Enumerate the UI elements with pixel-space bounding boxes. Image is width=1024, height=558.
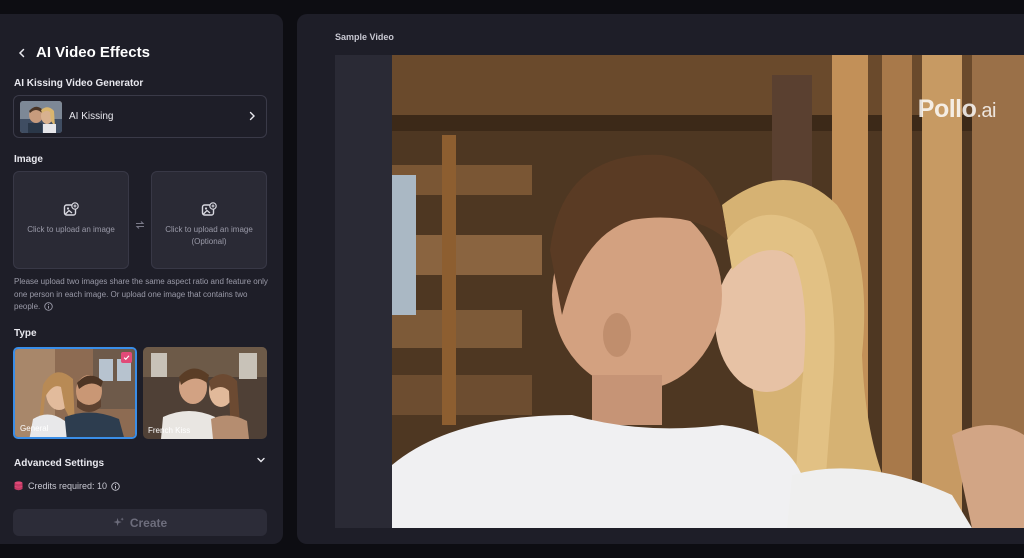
coin-stack-icon xyxy=(14,481,23,491)
video-frame: Pollo.ai xyxy=(335,55,1024,528)
sample-video[interactable]: Pollo.ai xyxy=(392,55,1024,528)
chevron-right-icon xyxy=(249,111,255,121)
swap-icon xyxy=(135,221,145,229)
upload-primary-text: Click to upload an image xyxy=(27,225,115,234)
panel-header: AI Video Effects xyxy=(14,44,150,61)
credits-required: Credits required: 10 xyxy=(14,481,120,491)
sample-video-panel: Sample Video Pollo.ai xyxy=(297,14,1024,544)
upload-secondary-text: Click to upload an image (Optional) xyxy=(165,225,253,246)
info-icon[interactable] xyxy=(44,302,54,312)
effect-name: AI Kissing xyxy=(69,111,114,122)
sparkle-icon xyxy=(113,517,124,527)
sample-video-frame-image xyxy=(392,55,1024,528)
create-label: Create xyxy=(129,515,168,530)
upload-hint: Please upload two images share the same … xyxy=(14,277,268,312)
selected-check-icon xyxy=(121,352,132,363)
generator-label: AI Kissing Video Generator xyxy=(14,78,144,89)
type-option-label: General xyxy=(20,424,49,433)
info-icon[interactable] xyxy=(111,481,120,491)
upload-image-secondary[interactable]: Click to upload an image (Optional) xyxy=(151,171,267,269)
chevron-left-icon xyxy=(18,48,25,57)
top-edge xyxy=(0,0,1024,14)
effect-thumbnail xyxy=(20,100,62,133)
back-button[interactable] xyxy=(14,45,30,61)
image-plus-icon xyxy=(63,202,79,216)
effect-selector[interactable]: AI Kissing xyxy=(13,95,267,138)
sample-video-label: Sample Video xyxy=(335,32,394,42)
credits-text: Credits required: 10 xyxy=(28,481,108,491)
create-button[interactable]: Create xyxy=(13,509,267,536)
chevron-down-icon xyxy=(257,457,265,463)
type-option-general[interactable]: General xyxy=(13,347,137,439)
bottom-edge xyxy=(0,544,1024,558)
effect-settings-panel: AI Video Effects AI Kissing Video Genera… xyxy=(0,14,283,544)
pollo-ai-watermark: Pollo.ai xyxy=(917,95,997,123)
upload-image-primary[interactable]: Click to upload an image xyxy=(13,171,129,269)
advanced-settings-toggle[interactable]: Advanced Settings xyxy=(14,453,266,469)
image-label: Image xyxy=(14,154,43,165)
page-title: AI Video Effects xyxy=(36,44,150,61)
image-plus-icon xyxy=(201,202,217,216)
advanced-settings-label: Advanced Settings xyxy=(14,458,105,469)
type-option-label: French Kiss xyxy=(148,426,191,435)
type-option-french-kiss[interactable]: French Kiss xyxy=(143,347,267,439)
type-label: Type xyxy=(14,328,37,339)
